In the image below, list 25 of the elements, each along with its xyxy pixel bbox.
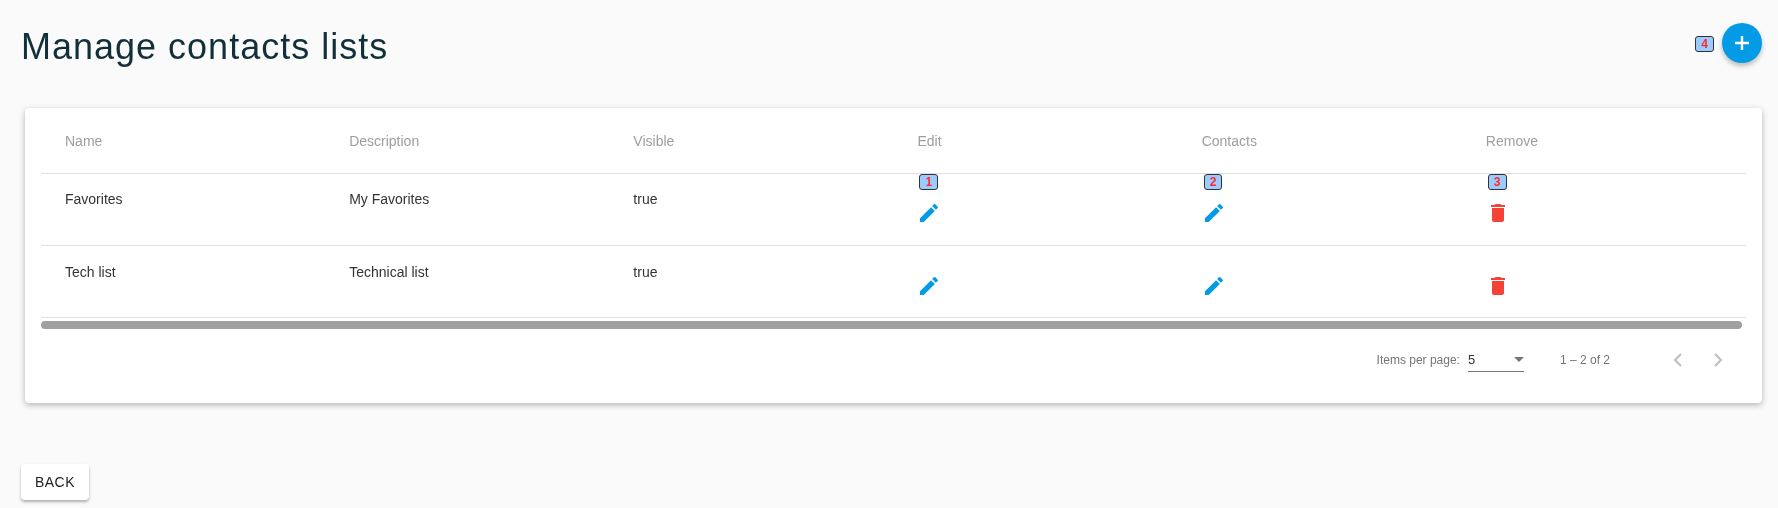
marker-label: 4 — [1695, 36, 1714, 52]
plus-icon — [1732, 33, 1752, 53]
marker-label: 2 — [1203, 174, 1223, 190]
table-cell: true — [633, 191, 658, 207]
page-title: Manage contacts lists — [21, 26, 389, 68]
column-header: Remove — [1461, 108, 1746, 174]
add-button[interactable] — [1722, 23, 1762, 63]
column-header: Name — [41, 108, 326, 174]
range-label: 1 – 2 of 2 — [1559, 353, 1610, 367]
table-cell: Favorites — [65, 191, 123, 207]
table-cell: Technical list — [349, 264, 429, 280]
column-header: Visible — [609, 108, 894, 174]
table-cell: true — [633, 264, 658, 280]
marker-label: 3 — [1487, 174, 1507, 190]
column-header: Contacts — [1177, 108, 1462, 174]
column-header: Edit — [893, 108, 1178, 174]
caret-icon — [1513, 357, 1524, 362]
column-header: Description — [325, 108, 610, 174]
table-cell: Tech list — [65, 264, 116, 280]
items-per-page-label: Items per page: — [1376, 353, 1460, 367]
scrollbar[interactable] — [41, 321, 1742, 329]
table-cell: My Favorites — [349, 191, 430, 207]
page-size-select[interactable]: 5 — [1467, 348, 1524, 372]
marker-label: 1 — [919, 174, 939, 190]
back-button[interactable]: BACK — [21, 464, 89, 500]
